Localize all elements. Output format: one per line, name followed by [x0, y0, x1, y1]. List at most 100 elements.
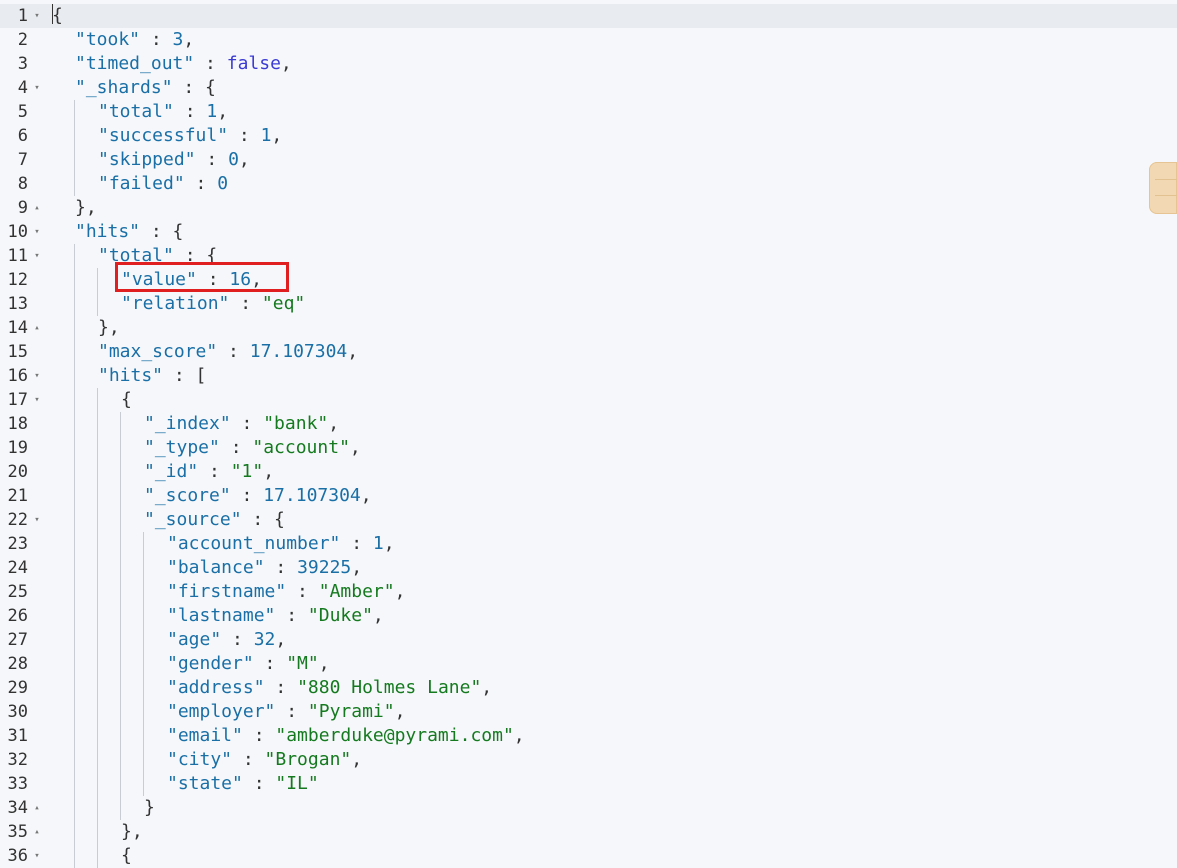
code-line[interactable]: 35 ▴}, — [0, 820, 1177, 844]
code-line[interactable]: 15 "max_score" : 17.107304, — [0, 340, 1177, 364]
code-line[interactable]: 33 "state" : "IL" — [0, 772, 1177, 796]
code-line[interactable]: 4 ▾ "_shards" : { — [0, 76, 1177, 100]
code-line[interactable]: 23 "account_number" : 1, — [0, 532, 1177, 556]
code-token: : — [140, 29, 173, 50]
code-token: , — [318, 653, 330, 674]
code-token: : — [275, 605, 308, 626]
fold-collapse-icon[interactable]: ▾ — [31, 844, 43, 868]
code-token: : — [184, 173, 218, 194]
line-number: 31 — [7, 726, 28, 746]
line-number: 9 — [17, 198, 28, 218]
code-line[interactable]: 36 ▾ { — [0, 844, 1177, 868]
code-line[interactable]: 32 "city" : "Brogan", — [0, 748, 1177, 772]
code-token: } — [144, 797, 155, 818]
code-token: , — [349, 437, 361, 458]
side-panel-handle[interactable] — [1149, 162, 1177, 214]
code-line[interactable]: 16 ▾ "hits" : [ — [0, 364, 1177, 388]
code-text: "_id" : "1", — [144, 460, 274, 484]
code-line[interactable]: 28 "gender" : "M", — [0, 652, 1177, 676]
code-token: { — [121, 845, 132, 866]
code-line[interactable]: 21 "_score" : 17.107304, — [0, 484, 1177, 508]
code-line[interactable]: 7 "skipped" : 0, — [0, 148, 1177, 172]
line-number: 27 — [7, 630, 28, 650]
code-line[interactable]: 29 "address" : "880 Holmes Lane", — [0, 676, 1177, 700]
code-token: "hits" — [98, 365, 164, 386]
line-number: 10 — [7, 222, 28, 242]
code-token: 0 — [217, 173, 229, 194]
code-line[interactable]: 10 ▾ "hits" : { — [0, 220, 1177, 244]
code-token: : — [232, 749, 265, 770]
code-line[interactable]: 3 "timed_out" : false, — [0, 52, 1177, 76]
code-line[interactable]: 8 "failed" : 0 — [0, 172, 1177, 196]
code-line[interactable]: 1 ▾ { — [0, 4, 1177, 28]
code-line[interactable]: 20 "_id" : "1", — [0, 460, 1177, 484]
code-token: : — [264, 677, 298, 698]
code-token: : — [219, 437, 253, 458]
code-token: "successful" — [98, 125, 229, 146]
code-token: , — [513, 725, 525, 746]
code-line[interactable]: 19 "_type" : "account", — [0, 436, 1177, 460]
code-line[interactable]: 18 "_index" : "bank", — [0, 412, 1177, 436]
line-number: 12 — [7, 270, 28, 290]
code-line[interactable]: 17 ▾ { — [0, 388, 1177, 412]
code-line[interactable]: 27 "age" : 32, — [0, 628, 1177, 652]
fold-collapse-icon[interactable]: ▾ — [31, 388, 43, 412]
code-token: 1 — [260, 125, 272, 146]
fold-collapse-icon[interactable]: ▾ — [31, 244, 43, 268]
fold-expand-icon[interactable]: ▴ — [31, 820, 43, 844]
code-text: "hits" : { — [75, 220, 183, 244]
code-text: }, — [75, 196, 97, 220]
line-number: 11 — [7, 246, 28, 266]
code-line[interactable]: 31 "email" : "amberduke@pyrami.com", — [0, 724, 1177, 748]
fold-expand-icon[interactable]: ▴ — [31, 796, 43, 820]
code-token: "Brogan" — [264, 749, 352, 770]
fold-collapse-icon[interactable]: ▾ — [31, 508, 43, 532]
code-token: "max_score" — [98, 341, 218, 362]
code-text: { — [121, 388, 132, 412]
code-token: { — [121, 389, 132, 410]
line-number: 6 — [17, 126, 28, 146]
code-line[interactable]: 14 ▴}, — [0, 316, 1177, 340]
code-token: : — [217, 341, 250, 362]
code-token: , — [383, 533, 395, 554]
code-text: "total" : 1, — [98, 100, 228, 124]
code-token: : — [173, 101, 207, 122]
code-line[interactable]: 13 "relation" : "eq" — [0, 292, 1177, 316]
code-token: "bank" — [263, 413, 329, 434]
code-editor[interactable]: 1 ▾ {2 "took" : 3, 3 "timed_out" : false, 4 ▾ "_… — [0, 0, 1177, 868]
code-line[interactable]: 2 "took" : 3, — [0, 28, 1177, 52]
code-token: "city" — [167, 749, 233, 770]
code-line[interactable]: 22 ▾ "_source" : { — [0, 508, 1177, 532]
code-token: "Duke" — [307, 605, 373, 626]
code-token: : — [253, 653, 287, 674]
fold-collapse-icon[interactable]: ▾ — [31, 220, 43, 244]
code-token: { — [52, 5, 63, 26]
code-token: "M" — [286, 653, 319, 674]
code-line[interactable]: 6 "successful" : 1, — [0, 124, 1177, 148]
code-line[interactable]: 9 ▴}, — [0, 196, 1177, 220]
fold-expand-icon[interactable]: ▴ — [31, 316, 43, 340]
highlight-annotation-box — [115, 262, 289, 292]
line-number: 34 — [7, 798, 28, 818]
fold-expand-icon[interactable]: ▴ — [31, 196, 43, 220]
code-line[interactable]: 24 "balance" : 39225, — [0, 556, 1177, 580]
code-line[interactable]: 26 "lastname" : "Duke", — [0, 604, 1177, 628]
code-line[interactable]: 5 "total" : 1, — [0, 100, 1177, 124]
fold-collapse-icon[interactable]: ▾ — [31, 76, 43, 100]
line-number: 20 — [7, 462, 28, 482]
code-line[interactable]: 34 ▴} — [0, 796, 1177, 820]
line-number: 33 — [7, 774, 28, 794]
code-token: 17.107304 — [249, 341, 348, 362]
code-token: 39225 — [297, 557, 352, 578]
code-token: "state" — [167, 773, 243, 794]
code-line[interactable]: 30 "employer" : "Pyrami", — [0, 700, 1177, 724]
code-token: "eq" — [261, 293, 306, 314]
code-token: , — [347, 341, 359, 362]
fold-collapse-icon[interactable]: ▾ — [31, 364, 43, 388]
code-line[interactable]: 25 "firstname" : "Amber", — [0, 580, 1177, 604]
code-text: "skipped" : 0, — [98, 148, 250, 172]
fold-collapse-icon[interactable]: ▾ — [31, 4, 43, 28]
code-text: "balance" : 39225, — [167, 556, 362, 580]
code-token: "1" — [230, 461, 264, 482]
line-number: 30 — [7, 702, 28, 722]
